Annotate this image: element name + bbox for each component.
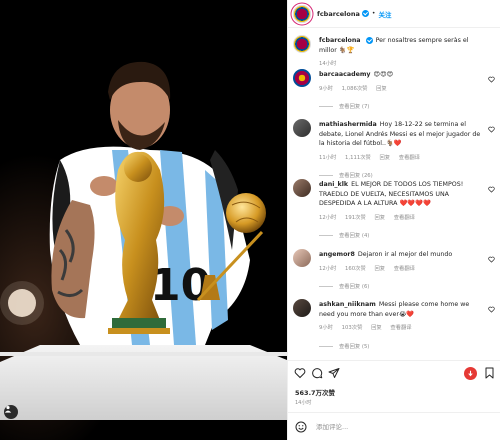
comment-username[interactable]: mathiashermida xyxy=(319,121,377,128)
translate-button[interactable]: 查看翻译 xyxy=(394,266,415,272)
author-avatar[interactable] xyxy=(293,4,311,23)
caption-avatar[interactable] xyxy=(293,35,311,53)
comment-avatar[interactable] xyxy=(293,249,311,267)
comment-avatar[interactable] xyxy=(293,119,311,137)
reply-button[interactable]: 回复 xyxy=(374,266,385,272)
comment-username[interactable]: barcaacademy xyxy=(319,71,371,78)
comment-text: Dejaron ir al mejor del mundo xyxy=(357,251,453,258)
like-comment-heart-icon[interactable] xyxy=(488,76,495,83)
comment-avatar[interactable] xyxy=(293,299,311,317)
messi-trophy-photo: 10 xyxy=(0,0,287,440)
like-comment-heart-icon[interactable] xyxy=(488,126,495,133)
share-icon[interactable] xyxy=(328,367,340,379)
header-separator: • xyxy=(371,10,376,17)
caption-time: 14小时 xyxy=(319,61,337,67)
comment-likes[interactable]: 103次赞 xyxy=(342,325,363,331)
comment-likes[interactable]: 160次赞 xyxy=(345,266,366,272)
post-header: fcbarcelona • 关注 xyxy=(288,0,500,28)
comment-likes[interactable]: 191次赞 xyxy=(345,215,366,221)
follow-button[interactable]: 关注 xyxy=(378,9,391,19)
post-side-panel: fcbarcelona • 关注 fcbarcelona Per nosaltre… xyxy=(287,0,500,440)
view-replies[interactable]: 查看回复 (4) xyxy=(319,232,485,242)
heart-icon[interactable] xyxy=(294,367,306,379)
view-replies[interactable]: 查看回复 (5) xyxy=(319,343,485,353)
comment-input[interactable] xyxy=(316,423,476,431)
comment-likes[interactable]: 1,111次赞 xyxy=(345,155,371,161)
svg-text:10: 10 xyxy=(150,260,211,311)
reply-button[interactable]: 回复 xyxy=(376,86,387,92)
comment-likes[interactable]: 1,086次赞 xyxy=(342,86,368,92)
caption-username[interactable]: fcbarcelona xyxy=(319,37,361,44)
red-circle-icon[interactable] xyxy=(464,367,477,380)
reply-button[interactable]: 回复 xyxy=(374,215,385,221)
verified-badge-icon xyxy=(365,36,373,44)
comment-text: 😍😍😍 xyxy=(373,71,394,78)
comment-box xyxy=(288,412,500,440)
user-tag-icon xyxy=(4,405,12,413)
comment-time: 12小时 xyxy=(319,214,337,221)
emoji-icon[interactable] xyxy=(295,421,307,433)
author-username[interactable]: fcbarcelona xyxy=(317,10,360,18)
comment-username[interactable]: dani_klk xyxy=(319,181,348,188)
comment-time: 11小时 xyxy=(319,154,337,161)
comment-username[interactable]: ashkan_niiknam xyxy=(319,301,376,308)
user-tag-button[interactable] xyxy=(4,405,18,419)
reply-button[interactable]: 回复 xyxy=(379,155,390,161)
post-time: 14小时 xyxy=(295,400,312,406)
view-replies[interactable]: 查看回复 (7) xyxy=(319,103,485,113)
translate-button[interactable]: 查看翻译 xyxy=(394,215,415,221)
comment-time: 9小时 xyxy=(319,85,333,92)
comment-list[interactable]: fcbarcelona Per nosaltres sempre seràs el… xyxy=(288,28,500,360)
likes-count[interactable]: 563.7万次赞 xyxy=(295,387,335,397)
like-comment-heart-icon[interactable] xyxy=(488,256,495,263)
translate-button[interactable]: 查看翻译 xyxy=(390,325,411,331)
comment-avatar[interactable] xyxy=(293,179,311,197)
comment-username[interactable]: angemor8 xyxy=(319,251,355,258)
reply-button[interactable]: 回复 xyxy=(371,325,382,331)
like-comment-heart-icon[interactable] xyxy=(488,186,495,193)
verified-badge-icon xyxy=(361,10,369,17)
view-replies[interactable]: 查看回复 (6) xyxy=(319,283,485,293)
bookmark-icon[interactable] xyxy=(484,367,495,379)
comment-avatar[interactable] xyxy=(293,69,311,87)
comment-icon[interactable] xyxy=(311,367,323,379)
comment-time: 9小时 xyxy=(319,325,333,331)
comment-time: 12小时 xyxy=(319,265,337,272)
translate-button[interactable]: 查看翻译 xyxy=(399,155,420,161)
like-comment-heart-icon[interactable] xyxy=(488,306,495,313)
post-actions: 563.7万次赞 14小时 xyxy=(288,360,500,440)
post-photo[interactable]: 10 xyxy=(0,0,287,440)
